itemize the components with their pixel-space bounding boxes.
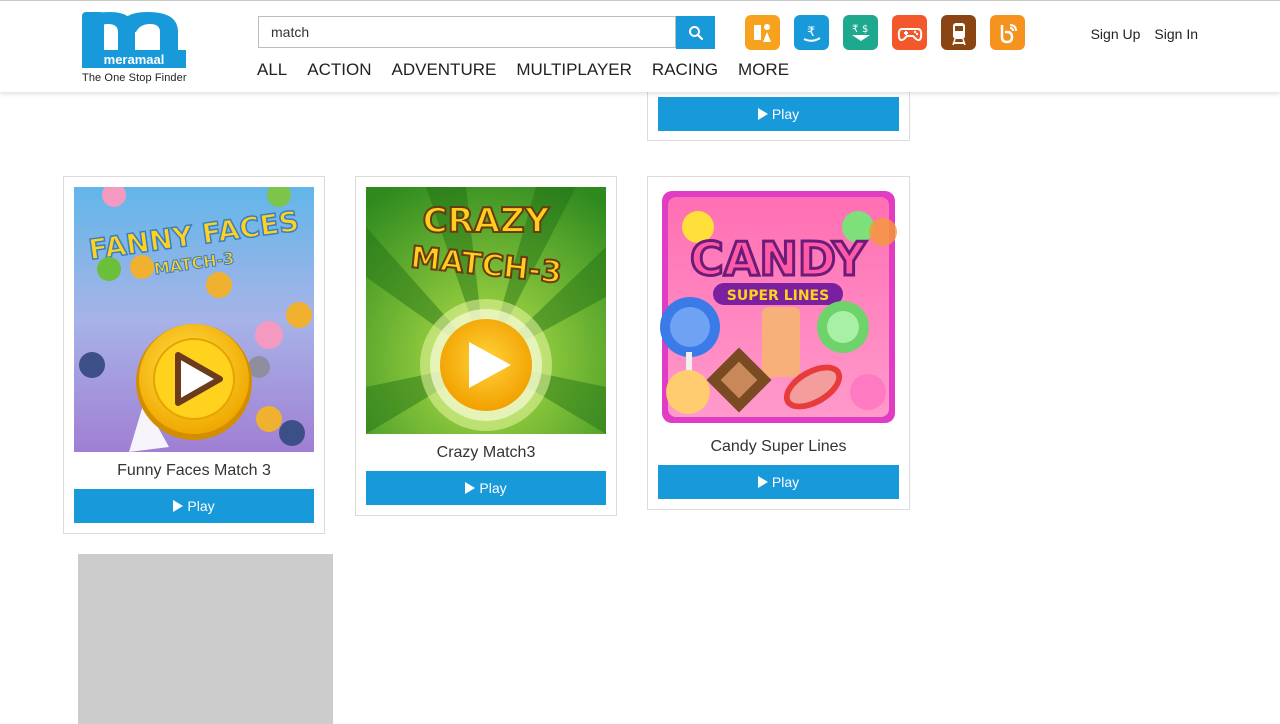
- currency-exchange-icon[interactable]: ₹ $: [843, 15, 878, 50]
- play-icon: [757, 108, 768, 120]
- game-title[interactable]: Candy Super Lines: [648, 438, 909, 456]
- search-button[interactable]: [676, 16, 715, 49]
- auth-links: Sign Up Sign In: [1077, 26, 1198, 42]
- play-icon: [173, 500, 184, 512]
- play-icon: [465, 482, 476, 494]
- game-title[interactable]: Crazy Match3: [356, 444, 616, 462]
- blog-icon[interactable]: [990, 15, 1025, 50]
- play-button[interactable]: Play: [74, 489, 314, 523]
- game-card: FANNY FACES MATCH-3 Funny Faces Match 3 …: [63, 176, 325, 534]
- game-title[interactable]: Funny Faces Match 3: [64, 462, 324, 480]
- nav-racing[interactable]: RACING: [652, 60, 718, 82]
- svg-text:₹: ₹: [852, 24, 858, 35]
- logo-tagline: The One Stop Finder: [82, 72, 187, 84]
- rupee-icon[interactable]: ₹: [794, 15, 829, 50]
- game-card: CRAZY MATCH-3 Crazy Match3 Play: [355, 176, 617, 516]
- site-header: meramaal The One Stop Finder ALL ACTION …: [0, 0, 1280, 92]
- svg-text:SUPER LINES: SUPER LINES: [727, 288, 829, 304]
- nav-action[interactable]: ACTION: [307, 60, 371, 82]
- svg-text:meramaal: meramaal: [104, 52, 165, 67]
- svg-text:₹: ₹: [807, 25, 815, 40]
- jobs-icon[interactable]: [745, 15, 780, 50]
- nav-all[interactable]: ALL: [257, 60, 287, 82]
- meramaal-logo[interactable]: meramaal The One Stop Finder: [80, 10, 190, 88]
- play-button[interactable]: Play: [658, 97, 899, 131]
- games-controller-icon[interactable]: [892, 15, 927, 50]
- svg-text:CRAZY: CRAZY: [423, 201, 550, 241]
- train-icon[interactable]: [941, 15, 976, 50]
- category-nav: ALL ACTION ADVENTURE MULTIPLAYER RACING …: [257, 60, 809, 82]
- nav-multiplayer[interactable]: MULTIPLAYER: [516, 60, 632, 82]
- search-icon: [688, 25, 703, 40]
- game-thumbnail[interactable]: FANNY FACES MATCH-3: [74, 187, 314, 452]
- play-icon: [757, 476, 768, 488]
- game-card: CANDY SUPER LINES Candy Super Lines Play: [647, 176, 910, 510]
- play-button[interactable]: Play: [658, 465, 899, 499]
- nav-more[interactable]: MORE: [738, 60, 789, 82]
- ad-placeholder: [78, 554, 333, 724]
- search-input[interactable]: [258, 16, 676, 48]
- sign-up-link[interactable]: Sign Up: [1091, 26, 1141, 42]
- play-button[interactable]: Play: [366, 471, 606, 505]
- game-thumbnail[interactable]: CRAZY MATCH-3: [366, 187, 606, 434]
- logo-mark-icon: meramaal: [82, 12, 186, 68]
- sign-in-link[interactable]: Sign In: [1154, 26, 1198, 42]
- nav-adventure[interactable]: ADVENTURE: [391, 60, 496, 82]
- category-icon-bar: ₹ ₹ $: [745, 15, 1039, 50]
- svg-text:CANDY: CANDY: [690, 232, 867, 286]
- game-thumbnail[interactable]: CANDY SUPER LINES: [658, 187, 899, 427]
- svg-text:$: $: [862, 24, 868, 35]
